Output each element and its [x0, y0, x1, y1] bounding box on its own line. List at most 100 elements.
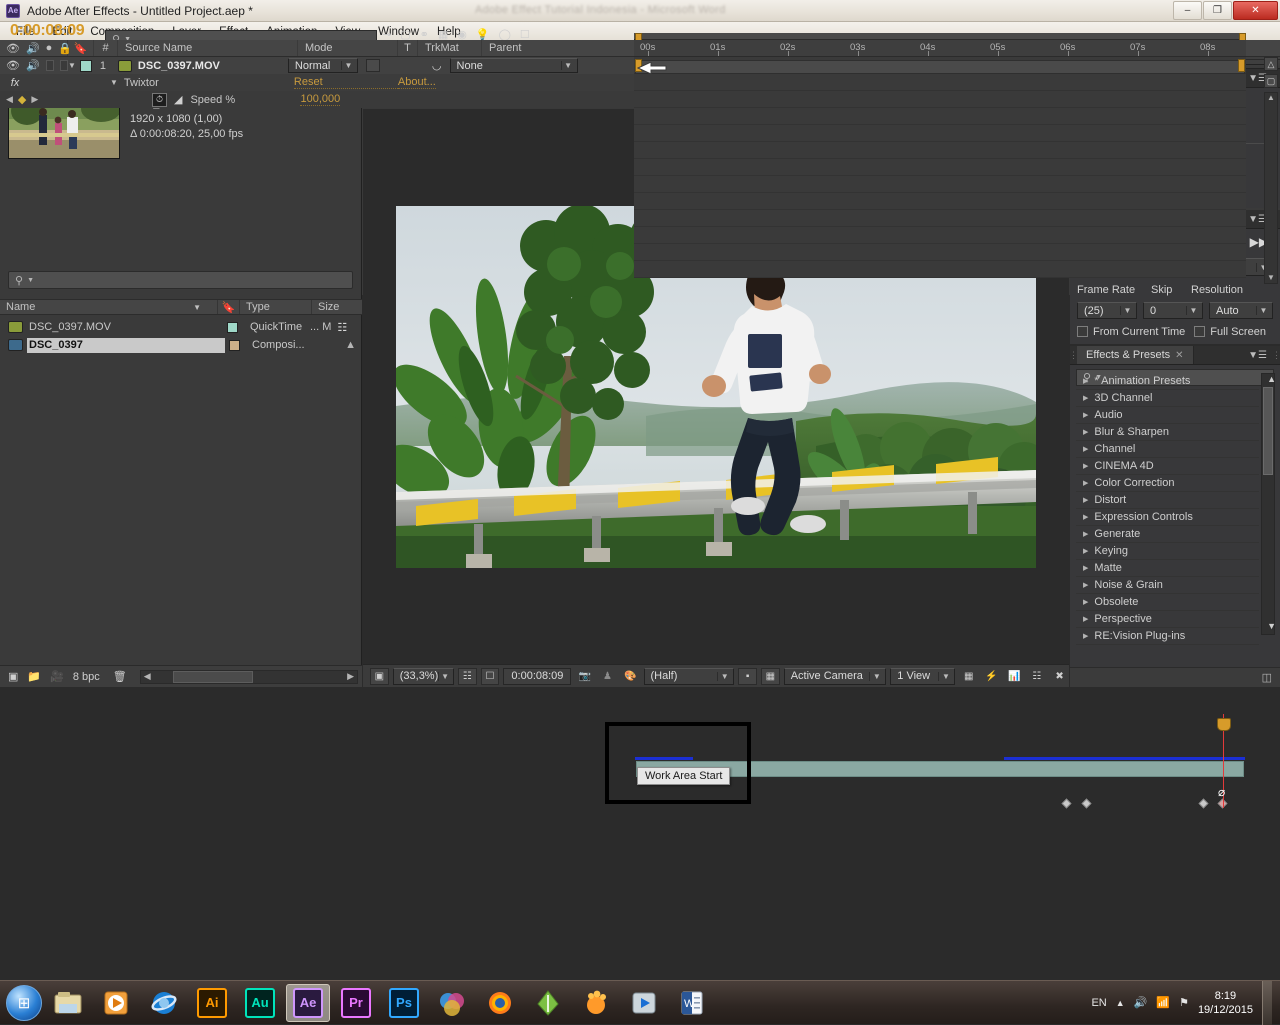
- timeline-layer-row[interactable]: 👁 🔊 ▼ 1 DSC_0397.MOV Normal ▼ ◡ None ▼: [0, 57, 634, 74]
- layer-parent-select[interactable]: None ▼: [450, 58, 578, 73]
- snapshot-icon[interactable]: 📷: [575, 668, 594, 685]
- fast-previews-icon[interactable]: ⚡: [982, 668, 1001, 685]
- layer-trkmat-toggle[interactable]: [366, 59, 380, 72]
- timeline-vertical-scrollbar[interactable]: ▲ ▼: [1264, 92, 1278, 284]
- timeline-track-row[interactable]: [634, 159, 1246, 176]
- layer-mode-select[interactable]: Normal ▼: [288, 58, 358, 73]
- work-area-end-handle[interactable]: [1238, 59, 1245, 72]
- effect-about-link[interactable]: About...: [398, 76, 436, 89]
- grid-guides-icon[interactable]: ☷: [458, 668, 477, 685]
- effects-category-item[interactable]: ▶Noise & Grain: [1076, 577, 1259, 594]
- panel-grip-icon[interactable]: ⋮: [1070, 346, 1077, 364]
- keyframe-indicator-icon[interactable]: ◆: [18, 93, 26, 106]
- effects-category-item[interactable]: ▶Blur & Sharpen: [1076, 424, 1259, 441]
- comp-marker-bin-icon[interactable]: △: [1264, 57, 1278, 71]
- timeline-current-time[interactable]: 0:00:08:09: [10, 22, 84, 40]
- camera-select[interactable]: Active Camera ▼: [784, 668, 887, 685]
- fx-icon[interactable]: fx: [0, 77, 30, 89]
- chevron-right-icon[interactable]: ▶: [1083, 496, 1088, 504]
- timeline-track-row[interactable]: [634, 261, 1246, 278]
- parent-pickwhip-icon[interactable]: ◡: [432, 59, 442, 72]
- delete-icon[interactable]: 🗑: [113, 670, 127, 683]
- timeline-track-row[interactable]: [634, 176, 1246, 193]
- new-comp-icon[interactable]: ▣: [8, 670, 18, 683]
- effects-category-item[interactable]: ▶Distort: [1076, 492, 1259, 509]
- chevron-right-icon[interactable]: ▶: [1083, 479, 1088, 487]
- region-icon[interactable]: ▪: [738, 668, 757, 685]
- taskbar-item-player-app[interactable]: [622, 984, 666, 1022]
- close-icon[interactable]: ✕: [1175, 350, 1183, 361]
- audio-icon[interactable]: 🔊: [26, 42, 40, 55]
- chevron-right-icon[interactable]: ▶: [1083, 462, 1088, 470]
- layer-marker-icon[interactable]: ▢: [1264, 74, 1278, 88]
- channels-icon[interactable]: 🎨: [621, 668, 640, 685]
- project-search-input[interactable]: ⚲▼: [8, 271, 353, 289]
- full-screen-checkbox[interactable]: [1194, 326, 1205, 337]
- work-area-bar[interactable]: [634, 33, 1246, 40]
- keyframe-marker[interactable]: [1062, 799, 1072, 809]
- video-visibility-icon[interactable]: 👁: [6, 42, 20, 55]
- preview-resolution-select[interactable]: Auto ▼: [1209, 302, 1273, 319]
- scroll-thumb[interactable]: [173, 671, 253, 683]
- timeline-work-area-row[interactable]: [635, 60, 1245, 74]
- timeline-track-row[interactable]: [634, 193, 1246, 210]
- layer-solo-toggle[interactable]: [46, 60, 54, 71]
- chevron-right-icon[interactable]: ▶: [1083, 377, 1088, 385]
- previous-keyframe-icon[interactable]: ◀: [6, 94, 13, 105]
- region-of-interest-icon[interactable]: ☐: [481, 668, 500, 685]
- transparency-grid-icon[interactable]: ▦: [761, 668, 780, 685]
- timeline-track-row[interactable]: [634, 108, 1246, 125]
- always-preview-icon[interactable]: ▣: [370, 668, 389, 685]
- chevron-right-icon[interactable]: ▶: [1083, 411, 1088, 419]
- effects-category-item[interactable]: ▶Obsolete: [1076, 594, 1259, 611]
- effects-category-item[interactable]: ▶Keying: [1076, 543, 1259, 560]
- layer-expand-arrow-icon[interactable]: ▼: [68, 61, 76, 70]
- effects-category-item[interactable]: ▶Channel: [1076, 441, 1259, 458]
- chevron-right-icon[interactable]: ▶: [1083, 632, 1088, 640]
- taskbar-item-illustrator[interactable]: Ai: [190, 984, 234, 1022]
- chevron-right-icon[interactable]: ▶: [1083, 581, 1088, 589]
- project-row-mov[interactable]: DSC_0397.MOV QuickTime ... M ☷: [0, 318, 362, 336]
- taskbar-item-green-app[interactable]: [526, 984, 570, 1022]
- effects-category-item[interactable]: ▶Expression Controls: [1076, 509, 1259, 526]
- flowchart-icon[interactable]: ☷: [1028, 668, 1047, 685]
- effects-category-item[interactable]: ▶Generate: [1076, 526, 1259, 543]
- effects-category-item[interactable]: ▶Color Correction: [1076, 475, 1259, 492]
- timeline-track-row[interactable]: [634, 74, 1246, 91]
- bit-depth-label[interactable]: 8 bpc: [73, 671, 100, 683]
- taskbar-item-explorer[interactable]: [46, 984, 90, 1022]
- taskbar-item-premiere-pro[interactable]: Pr: [334, 984, 378, 1022]
- close-button[interactable]: ✕: [1233, 1, 1278, 20]
- resolution-select[interactable]: (Half) ▼: [644, 668, 735, 685]
- scroll-down-icon[interactable]: ▼: [1267, 621, 1276, 631]
- chevron-right-icon[interactable]: ▶: [1083, 445, 1088, 453]
- timeline-track-row[interactable]: [634, 91, 1246, 108]
- scroll-up-icon[interactable]: ▲: [345, 339, 356, 351]
- column-type[interactable]: Type: [240, 300, 312, 314]
- graph-icon[interactable]: ◢: [174, 93, 182, 106]
- project-row-comp[interactable]: DSC_0397 Composi... ▲: [0, 336, 362, 354]
- solo-icon[interactable]: ●: [46, 42, 53, 54]
- taskbar-item-color-app[interactable]: [430, 984, 474, 1022]
- minimize-button[interactable]: –: [1173, 1, 1202, 20]
- keyframe-marker[interactable]: [1082, 799, 1092, 809]
- scroll-up-icon[interactable]: ▲: [1267, 374, 1276, 384]
- from-current-time-checkbox[interactable]: [1077, 326, 1088, 337]
- timeline-track-row[interactable]: [634, 142, 1246, 159]
- restore-button[interactable]: ❐: [1203, 1, 1232, 20]
- column-name[interactable]: Name ▼: [0, 300, 218, 314]
- volume-icon[interactable]: 🔊: [1134, 996, 1148, 1009]
- effects-category-item[interactable]: ▶RE:Vision Plug-ins: [1076, 628, 1259, 645]
- action-center-icon[interactable]: ⚑: [1179, 996, 1189, 1009]
- effect-reset-link[interactable]: Reset: [294, 76, 398, 89]
- taskbar-item-orange-app[interactable]: [574, 984, 618, 1022]
- property-value[interactable]: 100,000: [300, 93, 340, 106]
- taskbar-item-photoshop[interactable]: Ps: [382, 984, 426, 1022]
- column-size[interactable]: Size: [312, 300, 362, 314]
- project-horizontal-scrollbar[interactable]: ◀ ▶: [140, 670, 358, 684]
- show-hidden-icons-button[interactable]: ▲: [1116, 998, 1125, 1008]
- timeline-track-row[interactable]: [634, 227, 1246, 244]
- clock[interactable]: 8:19 19/12/2015: [1198, 989, 1253, 1017]
- label-color-icon[interactable]: 🔖: [74, 42, 88, 55]
- tab-effects-presets[interactable]: Effects & Presets ✕: [1077, 346, 1194, 364]
